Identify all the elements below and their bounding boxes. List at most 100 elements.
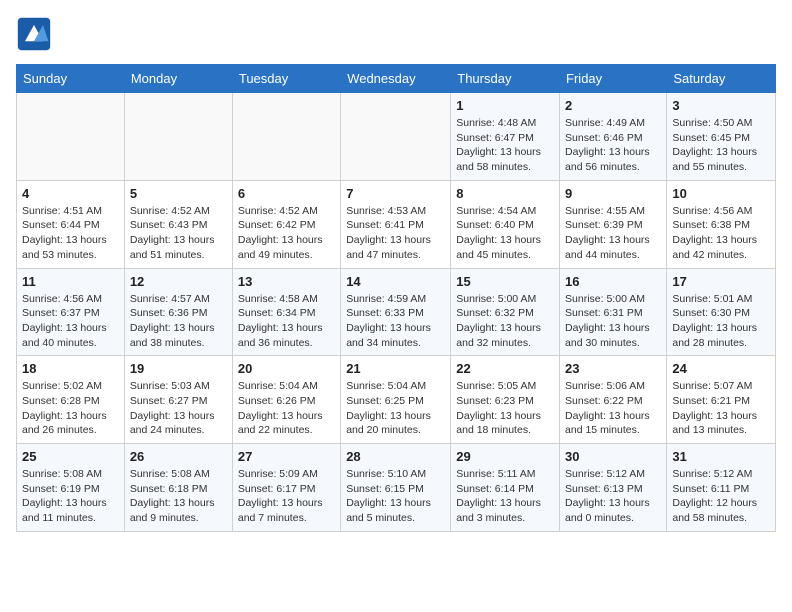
calendar-cell: 13Sunrise: 4:58 AM Sunset: 6:34 PM Dayli…: [232, 268, 340, 356]
day-info: Sunrise: 5:06 AM Sunset: 6:22 PM Dayligh…: [565, 379, 661, 438]
day-number: 5: [130, 186, 227, 201]
calendar-cell: 23Sunrise: 5:06 AM Sunset: 6:22 PM Dayli…: [560, 356, 667, 444]
day-info: Sunrise: 5:04 AM Sunset: 6:25 PM Dayligh…: [346, 379, 445, 438]
calendar-cell: 2 Sunrise: 4:49 AM Sunset: 6:46 PM Daylig…: [560, 93, 667, 181]
day-number: 6: [238, 186, 335, 201]
day-number: 29: [456, 449, 554, 464]
day-number: 16: [565, 274, 661, 289]
day-info: Sunrise: 5:12 AM Sunset: 6:13 PM Dayligh…: [565, 467, 661, 526]
day-info: Sunrise: 4:56 AM Sunset: 6:38 PM Dayligh…: [672, 204, 770, 263]
calendar-week-row: 4 Sunrise: 4:51 AM Sunset: 6:44 PM Daylig…: [17, 180, 776, 268]
day-info: Sunrise: 4:52 AM Sunset: 6:42 PM Dayligh…: [238, 204, 335, 263]
weekday-row: SundayMondayTuesdayWednesdayThursdayFrid…: [17, 65, 776, 93]
day-info: Sunrise: 5:11 AM Sunset: 6:14 PM Dayligh…: [456, 467, 554, 526]
calendar-cell: 30Sunrise: 5:12 AM Sunset: 6:13 PM Dayli…: [560, 444, 667, 532]
calendar-header: SundayMondayTuesdayWednesdayThursdayFrid…: [17, 65, 776, 93]
calendar-cell: 16 Sunrise: 5:00 AM Sunset: 6:31 PM Dayli…: [560, 268, 667, 356]
calendar-table: SundayMondayTuesdayWednesdayThursdayFrid…: [16, 64, 776, 532]
day-number: 8: [456, 186, 554, 201]
day-number: 3: [672, 98, 770, 113]
day-info: Sunrise: 4:59 AM Sunset: 6:33 PM Dayligh…: [346, 292, 445, 351]
day-number: 7: [346, 186, 445, 201]
day-number: 10: [672, 186, 770, 201]
calendar-cell: 1 Sunrise: 4:48 AM Sunset: 6:47 PM Daylig…: [451, 93, 560, 181]
calendar-cell: 24Sunrise: 5:07 AM Sunset: 6:21 PM Dayli…: [667, 356, 776, 444]
day-info: Sunrise: 4:48 AM Sunset: 6:47 PM Dayligh…: [456, 116, 554, 175]
day-info: Sunrise: 5:12 AM Sunset: 6:11 PM Dayligh…: [672, 467, 770, 526]
calendar-cell: 7 Sunrise: 4:53 AM Sunset: 6:41 PM Daylig…: [341, 180, 451, 268]
day-info: Sunrise: 5:05 AM Sunset: 6:23 PM Dayligh…: [456, 379, 554, 438]
calendar-cell: 28 Sunrise: 5:10 AM Sunset: 6:15 PM Dayli…: [341, 444, 451, 532]
calendar-cell: 27 Sunrise: 5:09 AM Sunset: 6:17 PM Dayli…: [232, 444, 340, 532]
day-info: Sunrise: 4:55 AM Sunset: 6:39 PM Dayligh…: [565, 204, 661, 263]
calendar-cell: 15 Sunrise: 5:00 AM Sunset: 6:32 PM Dayli…: [451, 268, 560, 356]
day-number: 2: [565, 98, 661, 113]
day-number: 28: [346, 449, 445, 464]
calendar-cell: [232, 93, 340, 181]
day-info: Sunrise: 5:07 AM Sunset: 6:21 PM Dayligh…: [672, 379, 770, 438]
day-info: Sunrise: 5:09 AM Sunset: 6:17 PM Dayligh…: [238, 467, 335, 526]
calendar-cell: 21 Sunrise: 5:04 AM Sunset: 6:25 PM Dayli…: [341, 356, 451, 444]
day-number: 4: [22, 186, 119, 201]
day-info: Sunrise: 4:56 AM Sunset: 6:37 PM Dayligh…: [22, 292, 119, 351]
day-info: Sunrise: 5:10 AM Sunset: 6:15 PM Dayligh…: [346, 467, 445, 526]
day-info: Sunrise: 5:08 AM Sunset: 6:18 PM Dayligh…: [130, 467, 227, 526]
calendar-cell: 3 Sunrise: 4:50 AM Sunset: 6:45 PM Daylig…: [667, 93, 776, 181]
day-info: Sunrise: 5:03 AM Sunset: 6:27 PM Dayligh…: [130, 379, 227, 438]
weekday-header-friday: Friday: [560, 65, 667, 93]
day-number: 14: [346, 274, 445, 289]
calendar-cell: 14 Sunrise: 4:59 AM Sunset: 6:33 PM Dayli…: [341, 268, 451, 356]
calendar-cell: 8Sunrise: 4:54 AM Sunset: 6:40 PM Daylig…: [451, 180, 560, 268]
weekday-header-wednesday: Wednesday: [341, 65, 451, 93]
calendar-cell: 4 Sunrise: 4:51 AM Sunset: 6:44 PM Daylig…: [17, 180, 125, 268]
day-number: 1: [456, 98, 554, 113]
day-number: 22: [456, 361, 554, 376]
calendar-cell: 10 Sunrise: 4:56 AM Sunset: 6:38 PM Dayli…: [667, 180, 776, 268]
calendar-cell: 19 Sunrise: 5:03 AM Sunset: 6:27 PM Dayli…: [124, 356, 232, 444]
calendar-cell: 12 Sunrise: 4:57 AM Sunset: 6:36 PM Dayli…: [124, 268, 232, 356]
calendar-week-row: 18 Sunrise: 5:02 AM Sunset: 6:28 PM Dayli…: [17, 356, 776, 444]
day-number: 19: [130, 361, 227, 376]
logo: [16, 16, 58, 52]
day-info: Sunrise: 4:49 AM Sunset: 6:46 PM Dayligh…: [565, 116, 661, 175]
day-info: Sunrise: 5:02 AM Sunset: 6:28 PM Dayligh…: [22, 379, 119, 438]
calendar-cell: 9 Sunrise: 4:55 AM Sunset: 6:39 PM Daylig…: [560, 180, 667, 268]
day-info: Sunrise: 4:57 AM Sunset: 6:36 PM Dayligh…: [130, 292, 227, 351]
calendar-cell: 29 Sunrise: 5:11 AM Sunset: 6:14 PM Dayli…: [451, 444, 560, 532]
calendar-cell: 6 Sunrise: 4:52 AM Sunset: 6:42 PM Daylig…: [232, 180, 340, 268]
calendar-cell: 11Sunrise: 4:56 AM Sunset: 6:37 PM Dayli…: [17, 268, 125, 356]
day-number: 18: [22, 361, 119, 376]
weekday-header-sunday: Sunday: [17, 65, 125, 93]
day-number: 21: [346, 361, 445, 376]
day-info: Sunrise: 4:51 AM Sunset: 6:44 PM Dayligh…: [22, 204, 119, 263]
day-number: 12: [130, 274, 227, 289]
calendar-cell: [17, 93, 125, 181]
day-number: 9: [565, 186, 661, 201]
calendar-cell: 5 Sunrise: 4:52 AM Sunset: 6:43 PM Daylig…: [124, 180, 232, 268]
day-info: Sunrise: 5:00 AM Sunset: 6:32 PM Dayligh…: [456, 292, 554, 351]
calendar-cell: 26 Sunrise: 5:08 AM Sunset: 6:18 PM Dayli…: [124, 444, 232, 532]
day-number: 20: [238, 361, 335, 376]
day-info: Sunrise: 4:58 AM Sunset: 6:34 PM Dayligh…: [238, 292, 335, 351]
day-number: 26: [130, 449, 227, 464]
weekday-header-tuesday: Tuesday: [232, 65, 340, 93]
calendar-cell: [341, 93, 451, 181]
weekday-header-thursday: Thursday: [451, 65, 560, 93]
day-info: Sunrise: 5:01 AM Sunset: 6:30 PM Dayligh…: [672, 292, 770, 351]
weekday-header-monday: Monday: [124, 65, 232, 93]
day-number: 15: [456, 274, 554, 289]
day-info: Sunrise: 4:53 AM Sunset: 6:41 PM Dayligh…: [346, 204, 445, 263]
calendar-cell: [124, 93, 232, 181]
day-info: Sunrise: 4:50 AM Sunset: 6:45 PM Dayligh…: [672, 116, 770, 175]
calendar-week-row: 1 Sunrise: 4:48 AM Sunset: 6:47 PM Daylig…: [17, 93, 776, 181]
calendar-cell: 20Sunrise: 5:04 AM Sunset: 6:26 PM Dayli…: [232, 356, 340, 444]
day-number: 17: [672, 274, 770, 289]
day-number: 27: [238, 449, 335, 464]
calendar-week-row: 25 Sunrise: 5:08 AM Sunset: 6:19 PM Dayli…: [17, 444, 776, 532]
day-number: 25: [22, 449, 119, 464]
day-info: Sunrise: 5:00 AM Sunset: 6:31 PM Dayligh…: [565, 292, 661, 351]
logo-icon: [16, 16, 52, 52]
weekday-header-saturday: Saturday: [667, 65, 776, 93]
day-info: Sunrise: 5:08 AM Sunset: 6:19 PM Dayligh…: [22, 467, 119, 526]
day-info: Sunrise: 4:52 AM Sunset: 6:43 PM Dayligh…: [130, 204, 227, 263]
